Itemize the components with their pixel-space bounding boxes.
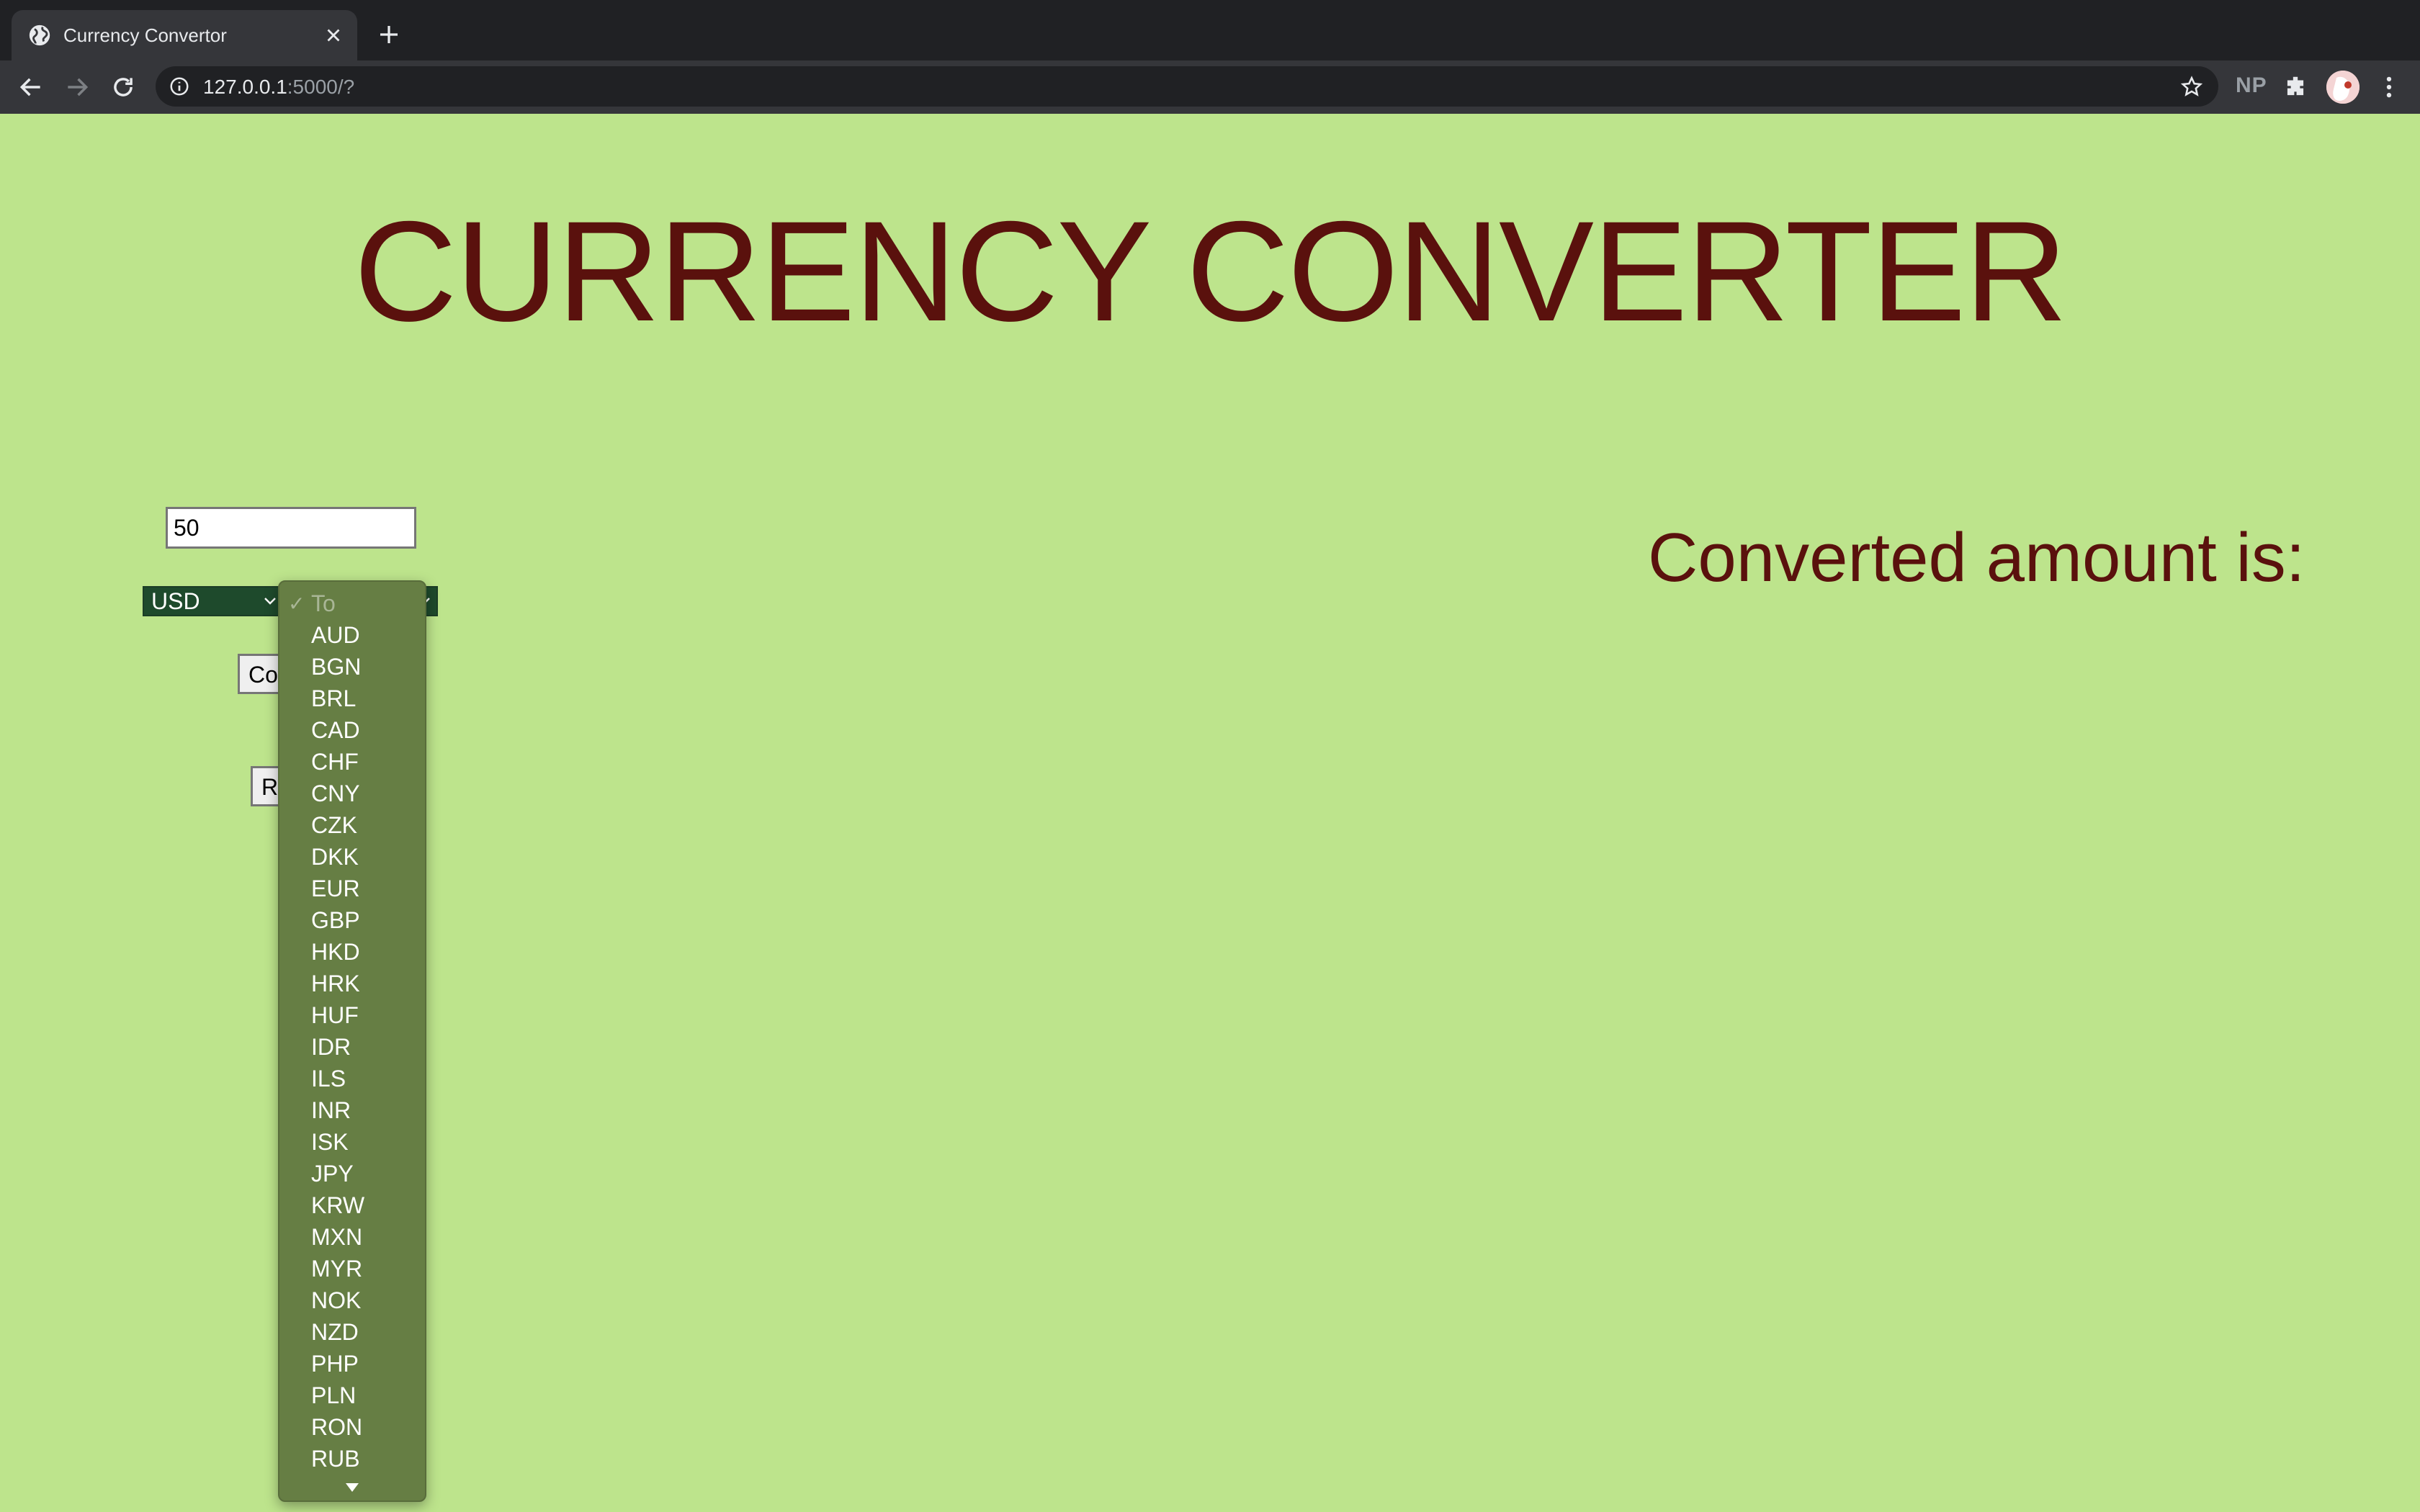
back-arrow-icon[interactable] — [17, 73, 45, 101]
browser-tab[interactable]: Currency Convertor — [12, 10, 357, 60]
dropdown-option[interactable]: AUD — [311, 624, 360, 647]
chevron-down-icon — [264, 598, 276, 605]
address-bar[interactable]: 127.0.0.1:5000/? — [156, 66, 2218, 107]
dropdown-option[interactable]: RUB — [311, 1447, 360, 1470]
dropdown-option[interactable]: HKD — [311, 940, 360, 963]
url-text: 127.0.0.1:5000/? — [203, 76, 354, 99]
from-currency-value: USD — [151, 588, 200, 614]
dropdown-option[interactable]: CZK — [311, 814, 357, 837]
tab-title: Currency Convertor — [63, 24, 227, 46]
kebab-menu-icon[interactable] — [2375, 73, 2403, 101]
dropdown-option[interactable]: KRW — [311, 1194, 364, 1217]
dropdown-option[interactable]: HUF — [311, 1004, 359, 1027]
dropdown-option[interactable]: DKK — [311, 845, 359, 868]
to-currency-dropdown[interactable]: ✓ To AUD BGN BRL CAD CHF CNY CZK DKK EUR GBP HKD HR… — [278, 580, 426, 1502]
np-extension-icon[interactable]: NP — [2236, 73, 2267, 98]
globe-icon — [29, 24, 50, 46]
close-tab-icon[interactable] — [323, 24, 344, 46]
dropdown-option[interactable]: MYR — [311, 1257, 362, 1280]
forward-arrow-icon[interactable] — [63, 73, 91, 101]
dropdown-option[interactable]: PHP — [311, 1352, 359, 1375]
dropdown-option[interactable]: MXN — [311, 1225, 362, 1248]
dropdown-option[interactable]: HRK — [311, 972, 360, 995]
dropdown-option[interactable]: PLN — [311, 1384, 356, 1407]
page-title: CURRENCY CONVERTER — [354, 192, 2067, 351]
dropdown-option[interactable]: IDR — [311, 1035, 351, 1058]
url-host: 127.0.0.1 — [203, 76, 287, 98]
dropdown-option[interactable]: NZD — [311, 1320, 359, 1344]
page-content: CURRENCY CONVERTER USD Co Re Converted a… — [0, 114, 2420, 1512]
dropdown-option[interactable]: CHF — [311, 750, 359, 773]
dropdown-option[interactable]: EUR — [311, 877, 360, 900]
profile-avatar[interactable] — [2326, 71, 2360, 104]
new-tab-icon[interactable] — [376, 22, 402, 48]
dropdown-option[interactable]: ILS — [311, 1067, 346, 1090]
dropdown-option[interactable]: NOK — [311, 1289, 361, 1312]
scroll-down-arrow-icon[interactable] — [344, 1482, 360, 1493]
dropdown-option[interactable]: INR — [311, 1099, 351, 1122]
dropdown-option[interactable]: GBP — [311, 909, 360, 932]
reload-icon[interactable] — [109, 73, 137, 101]
dropdown-option[interactable]: BGN — [311, 655, 361, 678]
browser-toolbar: 127.0.0.1:5000/? NP — [0, 60, 2420, 115]
browser-tab-bar: Currency Convertor — [0, 0, 2420, 60]
dropdown-option[interactable]: ISK — [311, 1130, 349, 1153]
dropdown-option[interactable]: JPY — [311, 1162, 354, 1185]
dropdown-option[interactable]: BRL — [311, 687, 356, 710]
puzzle-extensions-icon[interactable] — [2282, 73, 2309, 101]
amount-input[interactable] — [166, 507, 416, 549]
avatar-image-icon — [2326, 71, 2360, 104]
info-icon[interactable] — [169, 76, 190, 97]
dropdown-placeholder: To — [311, 590, 336, 616]
converted-amount-label: Converted amount is: — [1648, 519, 2305, 596]
dropdown-option[interactable]: CNY — [311, 782, 360, 805]
dropdown-option[interactable]: CAD — [311, 719, 360, 742]
checkmark-icon: ✓ — [288, 592, 305, 616]
from-currency-select[interactable]: USD — [143, 586, 284, 616]
url-path: :5000/? — [287, 76, 355, 98]
dropdown-option[interactable]: RON — [311, 1416, 362, 1439]
bookmark-star-icon[interactable] — [2179, 75, 2204, 99]
